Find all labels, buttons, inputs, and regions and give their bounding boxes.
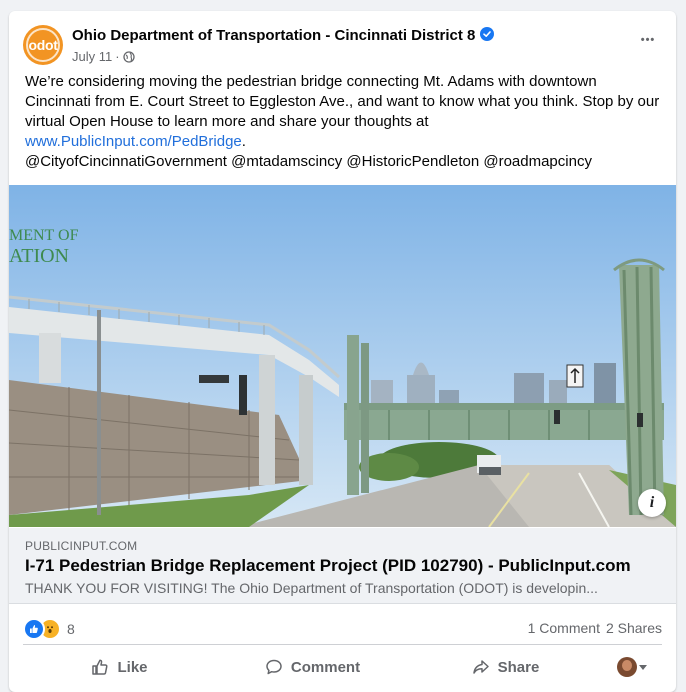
globe-icon (122, 50, 135, 63)
post-stats: 8 1 Comment 2 Shares (23, 614, 662, 640)
like-button[interactable]: Like (23, 648, 216, 686)
comment-button[interactable]: Comment (216, 648, 409, 686)
comment-icon (265, 658, 283, 676)
sign-text-1: MENT OF (9, 227, 79, 244)
link-suffix: . (241, 133, 246, 150)
chevron-down-icon (639, 664, 647, 670)
share-arrow-icon (472, 658, 490, 676)
info-icon: i (649, 494, 655, 511)
action-bar: Like Comment Share (23, 648, 662, 686)
post-card: odot Ohio Department of Transportation -… (9, 11, 676, 692)
preview-description: THANK YOU FOR VISITING! The Ohio Departm… (25, 580, 598, 596)
actions-divider (23, 644, 662, 645)
like-reaction-icon (23, 618, 45, 640)
sign-text-2: ATION (9, 245, 69, 267)
bridge-photo: MENT OF ATION (9, 185, 676, 527)
share-label: Share (497, 658, 540, 676)
user-avatar (617, 657, 637, 677)
post-body: We’re considering moving the pedestrian … (25, 73, 660, 130)
verified-badge-icon (480, 27, 495, 41)
thumbs-up-icon (91, 658, 109, 676)
info-button[interactable]: i (638, 489, 666, 517)
link-preview[interactable]: PUBLICINPUT.COM I-71 Pedestrian Bridge R… (9, 528, 676, 604)
post-link[interactable]: www.PublicInput.com/PedBridge (25, 133, 242, 150)
post-header: odot Ohio Department of Transportation -… (23, 25, 662, 69)
comment-label: Comment (290, 658, 361, 676)
post-meta: July 11 · (72, 49, 135, 64)
like-label: Like (117, 658, 148, 676)
page-name: Ohio Department of Transportation - Cinc… (72, 27, 476, 44)
preview-domain: PUBLICINPUT.COM (25, 539, 138, 553)
page-name-link[interactable]: Ohio Department of Transportation - Cinc… (72, 27, 495, 44)
page-avatar[interactable]: odot (23, 25, 63, 65)
shares-count-link[interactable]: 2 Shares (606, 620, 662, 636)
more-options-button[interactable]: ••• (634, 31, 662, 51)
reactions-count: 8 (67, 621, 75, 637)
comments-count-link[interactable]: 1 Comment (528, 620, 600, 636)
post-date[interactable]: July 11 (72, 49, 112, 64)
more-icon: ••• (640, 34, 656, 46)
post-text: We’re considering moving the pedestrian … (25, 72, 665, 172)
post-mentions[interactable]: @CityofCincinnatiGovernment @mtadamscinc… (25, 153, 592, 170)
reaction-audience-selector[interactable] (602, 648, 662, 686)
engagement-counts: 1 Comment 2 Shares (528, 620, 662, 636)
post-image[interactable]: MENT OF ATION i (9, 185, 676, 527)
meta-separator: · (115, 49, 120, 64)
share-button[interactable]: Share (409, 648, 602, 686)
reactions-summary[interactable]: 8 (23, 618, 75, 640)
preview-title: I-71 Pedestrian Bridge Replacement Proje… (25, 556, 631, 575)
